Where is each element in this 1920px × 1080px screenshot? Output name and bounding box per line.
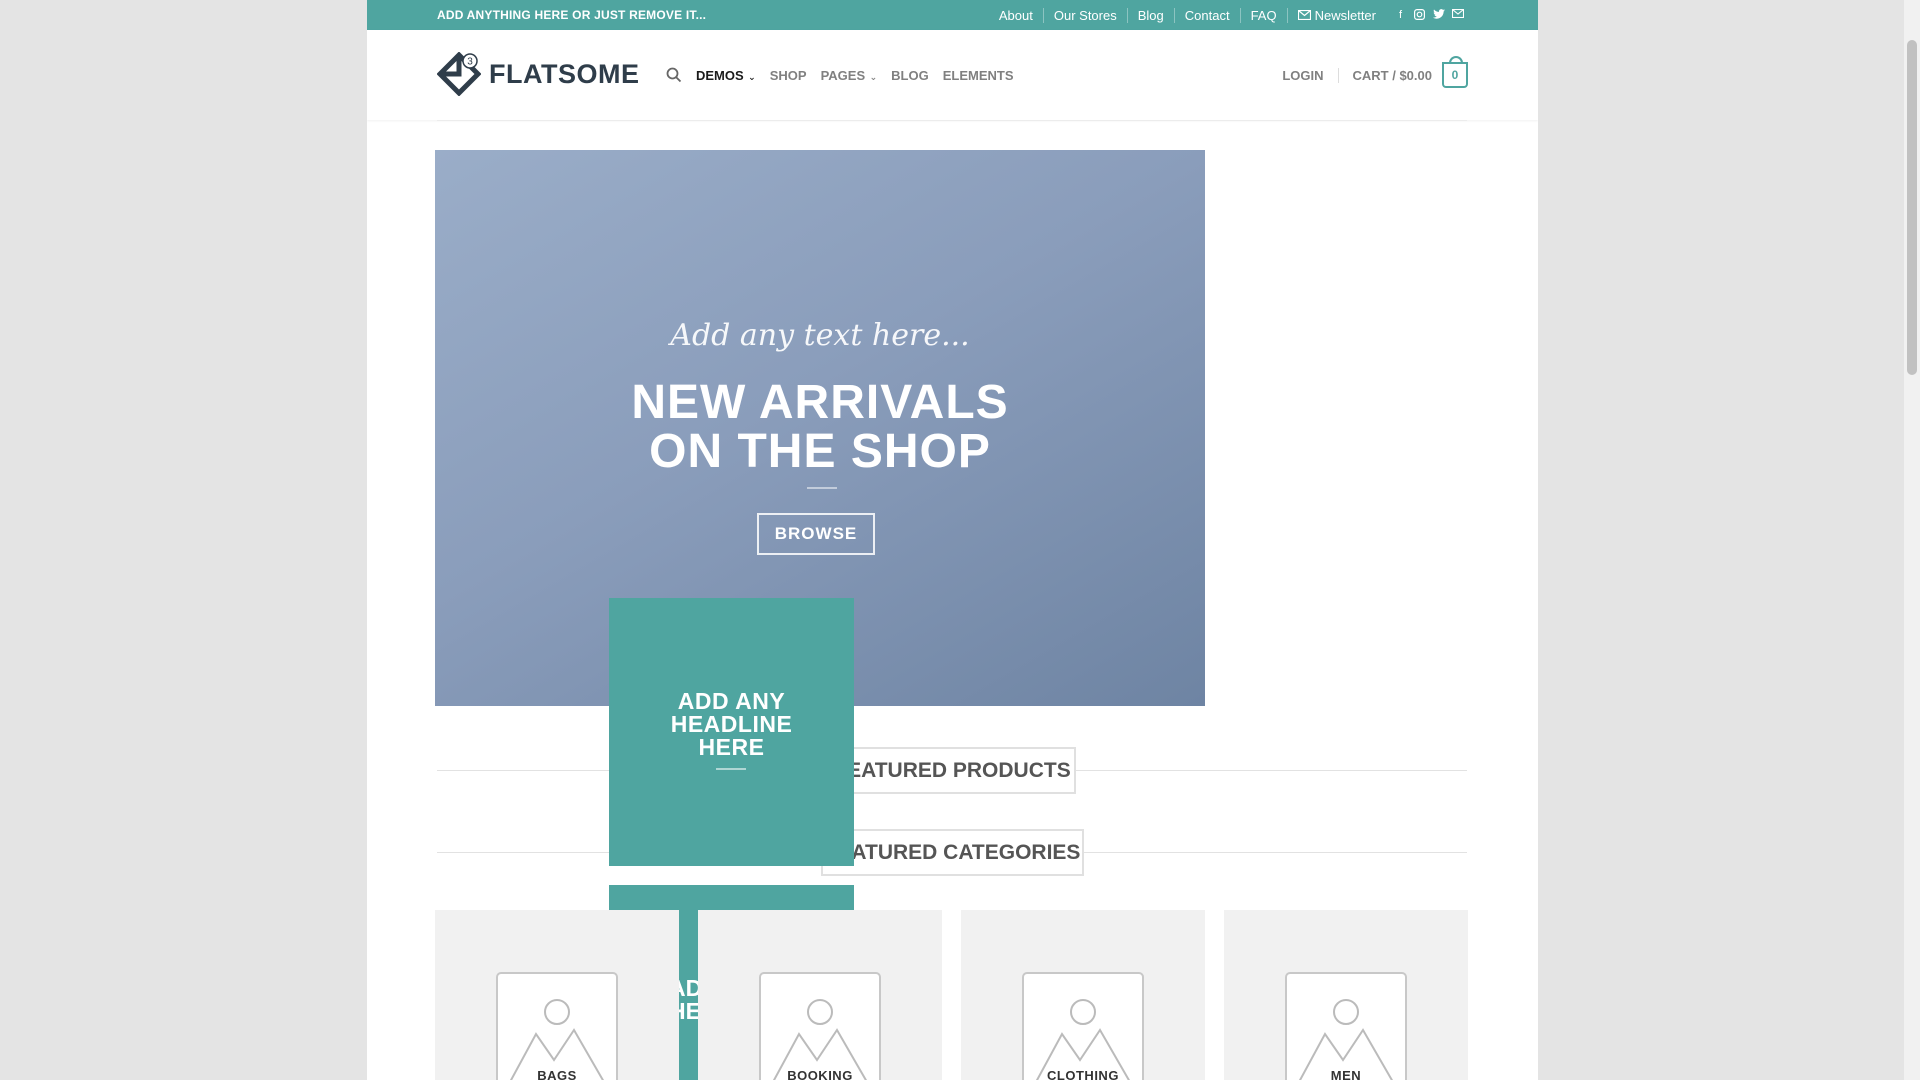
hero-divider (807, 487, 837, 489)
hero-script-text: Add any text here... (670, 318, 970, 353)
facebook-icon[interactable]: f (1394, 9, 1407, 22)
cart-count-icon[interactable]: 0 (1442, 56, 1468, 88)
banner-headline-line1: ADD ANY (677, 688, 786, 714)
image-placeholder-icon (1285, 972, 1407, 1080)
top-links: About Our Stores Blog Contact FAQ Newsle… (989, 0, 1464, 30)
top-link-our-stores[interactable]: Our Stores (1042, 7, 1127, 23)
top-bar: ADD ANYTHING HERE OR JUST REMOVE IT... A… (367, 0, 1538, 30)
image-placeholder-icon (496, 972, 618, 1080)
page-scrollbar[interactable] (1904, 0, 1920, 1080)
nav-demos[interactable]: DEMOS ⌄ (696, 68, 756, 83)
cart-count: 0 (1451, 68, 1459, 82)
featured-products-title: FEATURED PRODUCTS (829, 747, 1076, 794)
scrollbar-thumb[interactable] (1907, 40, 1917, 375)
email-icon[interactable] (1451, 8, 1464, 22)
logo-text: FLATSOME (489, 58, 640, 89)
category-bags[interactable]: BAGS (435, 910, 679, 1080)
category-booking[interactable]: BOOKING (698, 910, 942, 1080)
newsletter-label: Newsletter (1314, 7, 1376, 23)
banner-headline-line3: HERE (698, 734, 765, 760)
banner-divider (716, 768, 746, 770)
featured-categories-title: FEATURED CATEGORIES (821, 829, 1084, 876)
search-icon[interactable] (666, 67, 682, 83)
nav-elements[interactable]: ELEMENTS (943, 68, 1014, 83)
login-link[interactable]: LOGIN (1282, 67, 1339, 83)
page: ADD ANYTHING HERE OR JUST REMOVE IT... A… (367, 0, 1538, 1080)
category-men[interactable]: MEN (1224, 910, 1468, 1080)
category-label: MEN (1330, 1068, 1362, 1080)
main-nav: DEMOS ⌄ SHOP PAGES ⌄ BLOG ELEMENTS (666, 30, 1014, 120)
category-label: CLOTHING (1047, 1068, 1119, 1080)
hero-headline-line2: ON THE SHOP (649, 425, 991, 478)
hero-headline-line1: NEW ARRIVALS (631, 376, 1009, 429)
instagram-icon[interactable] (1413, 8, 1426, 22)
image-placeholder-icon (759, 972, 881, 1080)
envelope-icon (1297, 10, 1311, 20)
hero-headline: NEW ARRIVALS ON THE SHOP (435, 378, 1205, 476)
top-link-blog[interactable]: Blog (1126, 7, 1174, 23)
nav-shop[interactable]: SHOP (770, 68, 807, 83)
promo-text: ADD ANYTHING HERE OR JUST REMOVE IT... (437, 8, 707, 22)
browse-button[interactable]: BROWSE (757, 513, 875, 555)
header-actions: LOGIN CART / $0.00 0 (1282, 30, 1468, 120)
top-link-about[interactable]: About (989, 8, 1043, 23)
category-label: BAGS (537, 1068, 577, 1080)
nav-pages[interactable]: PAGES ⌄ (821, 68, 878, 83)
site-logo[interactable]: 3 FLATSOME (437, 52, 639, 96)
nav-demos-label: DEMOS (696, 67, 744, 83)
chevron-down-icon: ⌄ (867, 71, 878, 82)
header-divider (437, 120, 1467, 121)
nav-blog[interactable]: BLOG (891, 68, 929, 83)
headline-banner[interactable]: ADD ANY HEADLINE HERE (609, 598, 854, 866)
category-clothing[interactable]: CLOTHING (961, 910, 1205, 1080)
twitter-icon[interactable] (1432, 8, 1445, 22)
nav-pages-label: PAGES (820, 67, 866, 83)
banner-headline: ADD ANY HEADLINE HERE (609, 690, 854, 759)
image-placeholder-icon (1022, 972, 1144, 1080)
logo-badge: 3 (467, 57, 473, 68)
banner-headline-line2: HEADLINE (670, 711, 793, 737)
cart-link[interactable]: CART / $0.00 (1353, 68, 1432, 83)
top-link-faq[interactable]: FAQ (1239, 7, 1287, 23)
logo-mark-icon: 3 (437, 52, 481, 96)
top-link-contact[interactable]: Contact (1173, 7, 1240, 23)
main-header: 3 FLATSOME DEMOS ⌄ SHOP PAGES ⌄ BLOG ELE… (367, 30, 1538, 120)
chevron-down-icon: ⌄ (745, 71, 756, 82)
newsletter-link[interactable]: Newsletter (1286, 7, 1386, 23)
social-icons: f (1394, 8, 1464, 22)
category-label: BOOKING (787, 1068, 853, 1080)
